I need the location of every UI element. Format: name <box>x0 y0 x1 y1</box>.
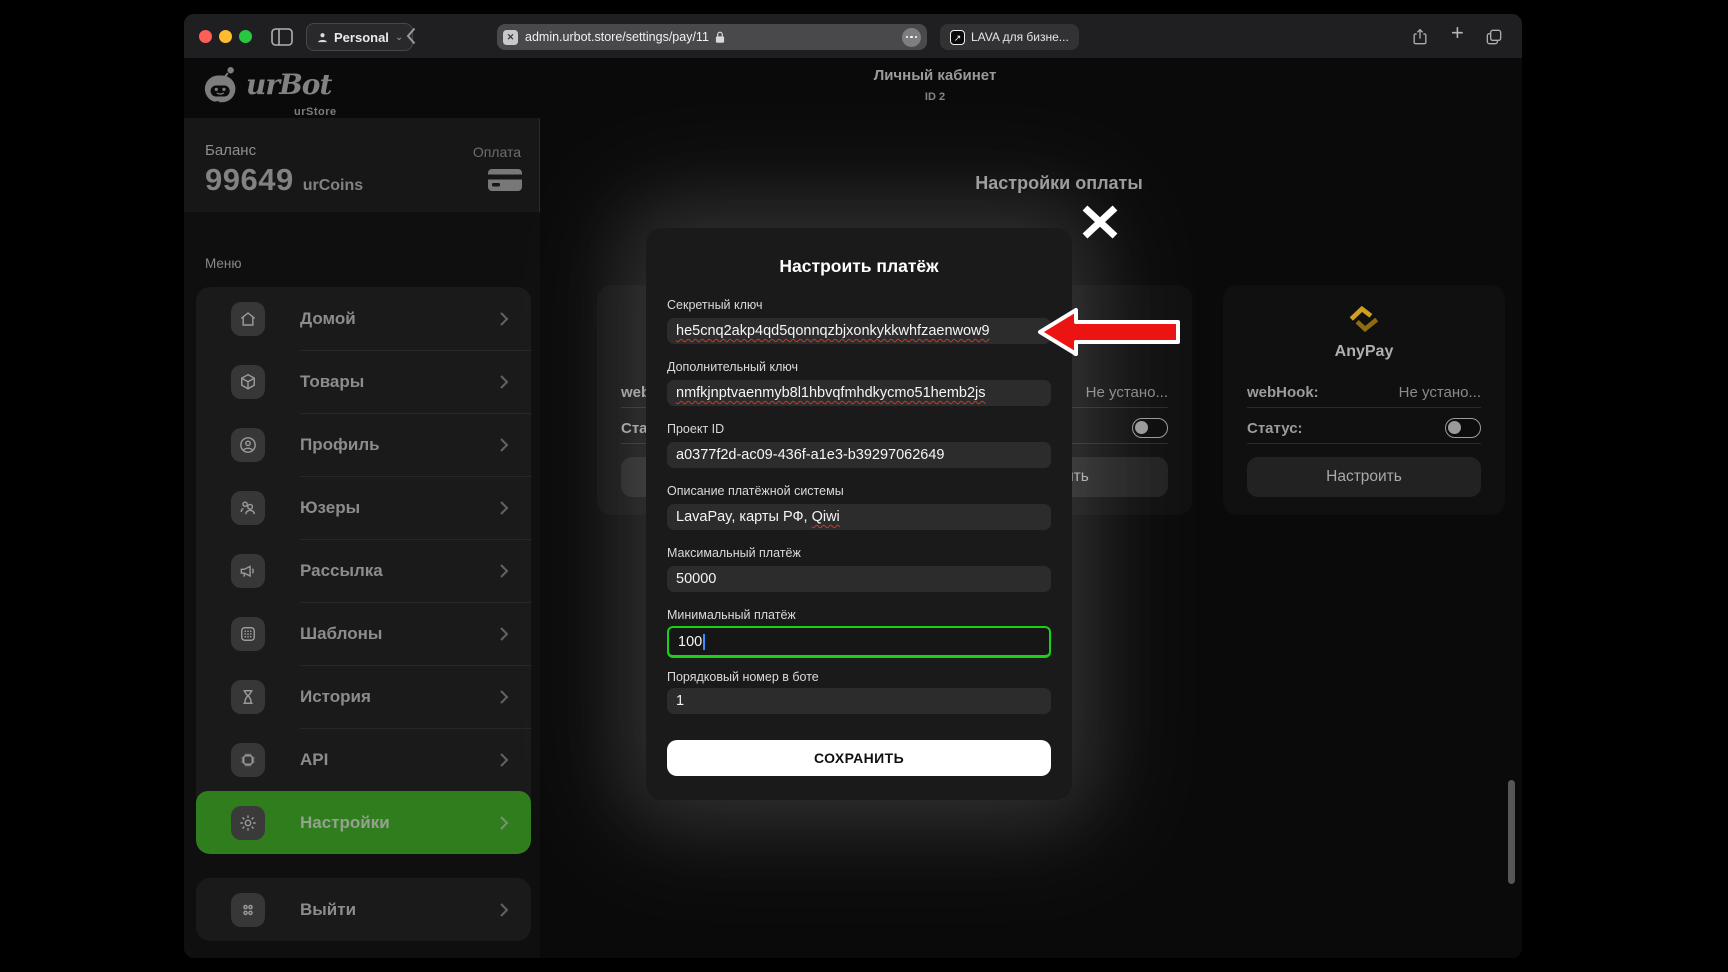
project-id-label: Проект ID <box>667 422 724 436</box>
payment-settings-title: Настройки оплаты <box>909 173 1209 194</box>
dots-icon <box>231 893 265 927</box>
min-payment-label: Минимальный платёж <box>667 608 796 622</box>
menu-item-history[interactable]: История <box>196 665 531 728</box>
secret-key-label: Секретный ключ <box>667 298 763 312</box>
chip-icon <box>231 743 265 777</box>
min-payment-input[interactable]: 100 <box>667 626 1051 658</box>
secret-key-input[interactable]: he5cnq2akp4qd5qonnqzbjxonkykkwhfzaenwow9 <box>667 318 1051 344</box>
chevron-right-icon <box>499 374 509 390</box>
additional-key-input[interactable]: nmfkjnptvaenmyb8l1hbvqfmhdkycmo51hemb2js <box>667 380 1051 406</box>
menu-item-api[interactable]: API <box>196 728 531 791</box>
menu-item-home[interactable]: Домой <box>196 287 531 350</box>
gear-icon <box>231 806 265 840</box>
scrollbar-thumb[interactable] <box>1508 780 1515 884</box>
menu-item-products[interactable]: Товары <box>196 350 531 413</box>
person-icon <box>316 31 329 44</box>
menu-logout-card: Выйти <box>196 878 531 941</box>
chevron-right-icon <box>499 689 509 705</box>
menu-item-broadcast[interactable]: Рассылка <box>196 539 531 602</box>
share-icon[interactable] <box>1410 27 1430 47</box>
max-payment-label: Максимальный платёж <box>667 546 801 560</box>
order-number-input[interactable]: 1 <box>667 688 1051 714</box>
credit-card-icon[interactable] <box>487 166 523 194</box>
account-title: Личный кабинет <box>770 67 1100 84</box>
menu-item-settings[interactable]: Настройки <box>196 791 531 854</box>
menu-item-users[interactable]: Юзеры <box>196 476 531 539</box>
close-modal-icon[interactable] <box>1080 205 1120 239</box>
profile-label: Personal <box>334 30 389 45</box>
logo-title: urBot <box>246 65 331 105</box>
max-payment-input[interactable]: 50000 <box>667 566 1051 592</box>
text-caret <box>703 634 705 650</box>
anypay-logo-icon <box>1223 301 1505 337</box>
tab-title: LAVA для бизне... <box>971 30 1069 44</box>
payment-card-anypay: AnyPay webHook: Не устано... Статус: Нас… <box>1223 285 1505 515</box>
order-number-label: Порядковый номер в боте <box>667 670 819 684</box>
account-id: ID 2 <box>770 91 1100 103</box>
status-toggle[interactable] <box>1445 418 1481 438</box>
configure-payment-modal: Настроить платёж Секретный ключ he5cnq2a… <box>646 228 1072 800</box>
tab-overview-button[interactable] <box>1484 27 1504 47</box>
sidebar: Меню Домой Товары Профиль <box>184 212 540 958</box>
close-window-button[interactable] <box>199 30 212 43</box>
menu-item-profile[interactable]: Профиль <box>196 413 531 476</box>
modal-title: Настроить платёж <box>646 256 1072 277</box>
menu-item-logout[interactable]: Выйти <box>196 878 531 941</box>
sidebar-toggle-icon[interactable] <box>270 27 294 47</box>
project-id-input[interactable]: a0377f2d-ac09-436f-a1e3-b39297062649 <box>667 442 1051 468</box>
balance-value: 99649 <box>205 162 294 198</box>
chevron-right-icon <box>499 311 509 327</box>
app-logo[interactable]: urBot urStore <box>202 65 331 107</box>
users-icon <box>231 491 265 525</box>
zoom-window-button[interactable] <box>239 30 252 43</box>
background-tab[interactable]: ↗ LAVA для бизне... <box>940 24 1079 50</box>
payment-label: Оплата <box>473 144 521 160</box>
balance-label: Баланс <box>205 142 256 159</box>
menu: Домой Товары Профиль <box>196 287 531 854</box>
screenshot-stage: Personal ⌄ ✕ admin.urbot.store/settings/… <box>0 0 1728 972</box>
browser-window: Personal ⌄ ✕ admin.urbot.store/settings/… <box>184 14 1522 958</box>
home-icon <box>231 302 265 336</box>
browser-toolbar: Personal ⌄ ✕ admin.urbot.store/settings/… <box>184 14 1522 59</box>
chevron-right-icon <box>499 563 509 579</box>
chevron-right-icon <box>499 626 509 642</box>
menu-item-templates[interactable]: Шаблоны <box>196 602 531 665</box>
chevron-right-icon <box>499 500 509 516</box>
back-button[interactable] <box>405 26 417 46</box>
logo-subtitle: urStore <box>294 106 337 118</box>
megaphone-icon <box>231 554 265 588</box>
external-link-icon: ↗ <box>950 30 965 45</box>
minimize-window-button[interactable] <box>219 30 232 43</box>
package-icon <box>231 365 265 399</box>
url-more-button[interactable] <box>902 28 921 47</box>
lock-icon <box>714 30 726 45</box>
robot-logo-icon <box>202 65 244 107</box>
hourglass-icon <box>231 680 265 714</box>
balance-panel: Баланс 99649 urCoins Оплата <box>184 118 540 212</box>
url-bar[interactable]: ✕ admin.urbot.store/settings/pay/11 <box>497 24 927 50</box>
app-header: urBot urStore Личный кабинет ID 2 <box>184 58 1522 119</box>
chevron-right-icon <box>499 902 509 918</box>
annotation-arrow-icon <box>1034 304 1184 360</box>
menu-label: Меню <box>205 256 242 271</box>
profile-menu-button[interactable]: Personal ⌄ <box>306 23 413 51</box>
chevron-down-icon: ⌄ <box>395 32 403 43</box>
status-toggle[interactable] <box>1132 418 1168 438</box>
url-text: admin.urbot.store/settings/pay/11 <box>525 30 709 44</box>
chevron-right-icon <box>499 752 509 768</box>
additional-key-label: Дополнительный ключ <box>667 360 798 374</box>
description-label: Описание платёжной системы <box>667 484 844 498</box>
balance-currency: urCoins <box>303 177 363 195</box>
chevron-right-icon <box>499 437 509 453</box>
profile-icon <box>231 428 265 462</box>
save-button[interactable]: СОХРАНИТЬ <box>667 740 1051 776</box>
configure-button[interactable]: Настроить <box>1247 457 1481 497</box>
description-input[interactable]: LavaPay, карты РФ, Qiwi <box>667 504 1051 530</box>
templates-grid-icon <box>231 617 265 651</box>
stop-loading-icon[interactable]: ✕ <box>503 30 518 45</box>
chevron-right-icon <box>499 815 509 831</box>
new-tab-button[interactable]: + <box>1451 20 1464 46</box>
